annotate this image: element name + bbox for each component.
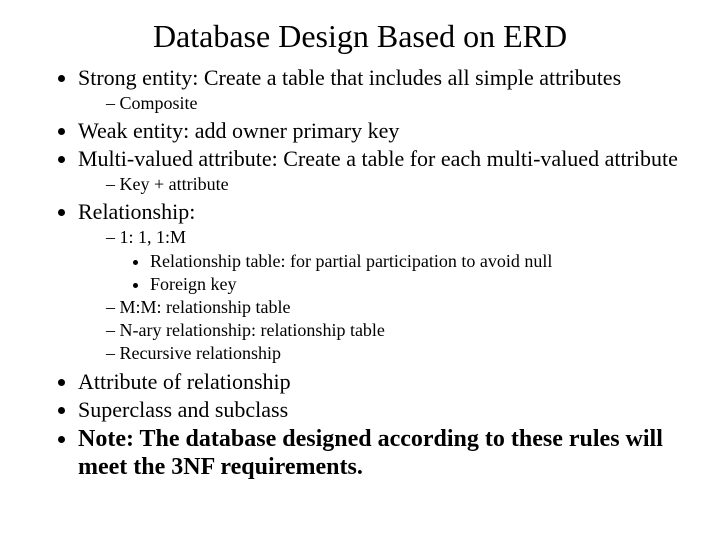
- bullet-weak-entity: Weak entity: add owner primary key: [78, 118, 684, 144]
- bullet-text: Relationship:: [78, 199, 195, 224]
- bullet-mm: M:M: relationship table: [106, 297, 684, 318]
- bullet-text: M:M: relationship table: [120, 297, 291, 317]
- bullet-nary: N-ary relationship: relationship table: [106, 320, 684, 341]
- bullet-text: Composite: [120, 93, 198, 113]
- bullet-composite: Composite: [106, 93, 684, 114]
- bullet-multi-valued: Multi-valued attribute: Create a table f…: [78, 146, 684, 195]
- bullet-text: N-ary relationship: relationship table: [120, 320, 385, 340]
- sublist: Composite: [78, 93, 684, 114]
- page-title: Database Design Based on ERD: [36, 18, 684, 55]
- bullet-text: 1: 1, 1:M: [120, 227, 187, 247]
- bullet-recursive: Recursive relationship: [106, 343, 684, 364]
- sub-sublist: Relationship table: for partial particip…: [106, 251, 684, 295]
- bullet-superclass: Superclass and subclass: [78, 397, 684, 423]
- bullet-text: Superclass and subclass: [78, 397, 288, 422]
- sublist: 1: 1, 1:M Relationship table: for partia…: [78, 227, 684, 364]
- bullet-text: Key + attribute: [120, 174, 229, 194]
- bullet-relationship: Relationship: 1: 1, 1:M Relationship tab…: [78, 199, 684, 364]
- bullet-text: Multi-valued attribute: Create a table f…: [78, 146, 678, 171]
- bullet-text: Relationship table: for partial particip…: [150, 251, 552, 271]
- bullet-strong-entity: Strong entity: Create a table that inclu…: [78, 65, 684, 114]
- bullet-text: Recursive relationship: [120, 343, 281, 363]
- bullet-text: Weak entity: add owner primary key: [78, 118, 399, 143]
- bullet-foreign-key: Foreign key: [150, 274, 684, 295]
- bullet-text: Note: The database designed according to…: [78, 426, 663, 480]
- bullet-text: Strong entity: Create a table that inclu…: [78, 65, 621, 90]
- bullet-attr-of-rel: Attribute of relationship: [78, 369, 684, 395]
- bullet-text: Foreign key: [150, 274, 236, 294]
- bullet-rel-table: Relationship table: for partial particip…: [150, 251, 684, 272]
- outline-list: Strong entity: Create a table that inclu…: [36, 65, 684, 481]
- bullet-note: Note: The database designed according to…: [78, 425, 684, 482]
- bullet-rel-1-1: 1: 1, 1:M Relationship table: for partia…: [106, 227, 684, 295]
- bullet-key-attribute: Key + attribute: [106, 174, 684, 195]
- sublist: Key + attribute: [78, 174, 684, 195]
- bullet-text: Attribute of relationship: [78, 369, 291, 394]
